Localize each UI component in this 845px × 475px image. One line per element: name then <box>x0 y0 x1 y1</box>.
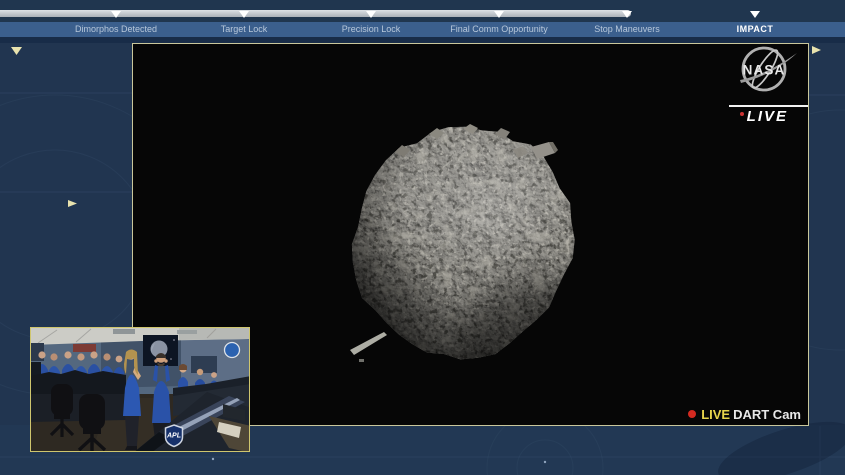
svg-text:APL: APL <box>166 433 181 440</box>
svg-text:NASA: NASA <box>743 63 786 78</box>
